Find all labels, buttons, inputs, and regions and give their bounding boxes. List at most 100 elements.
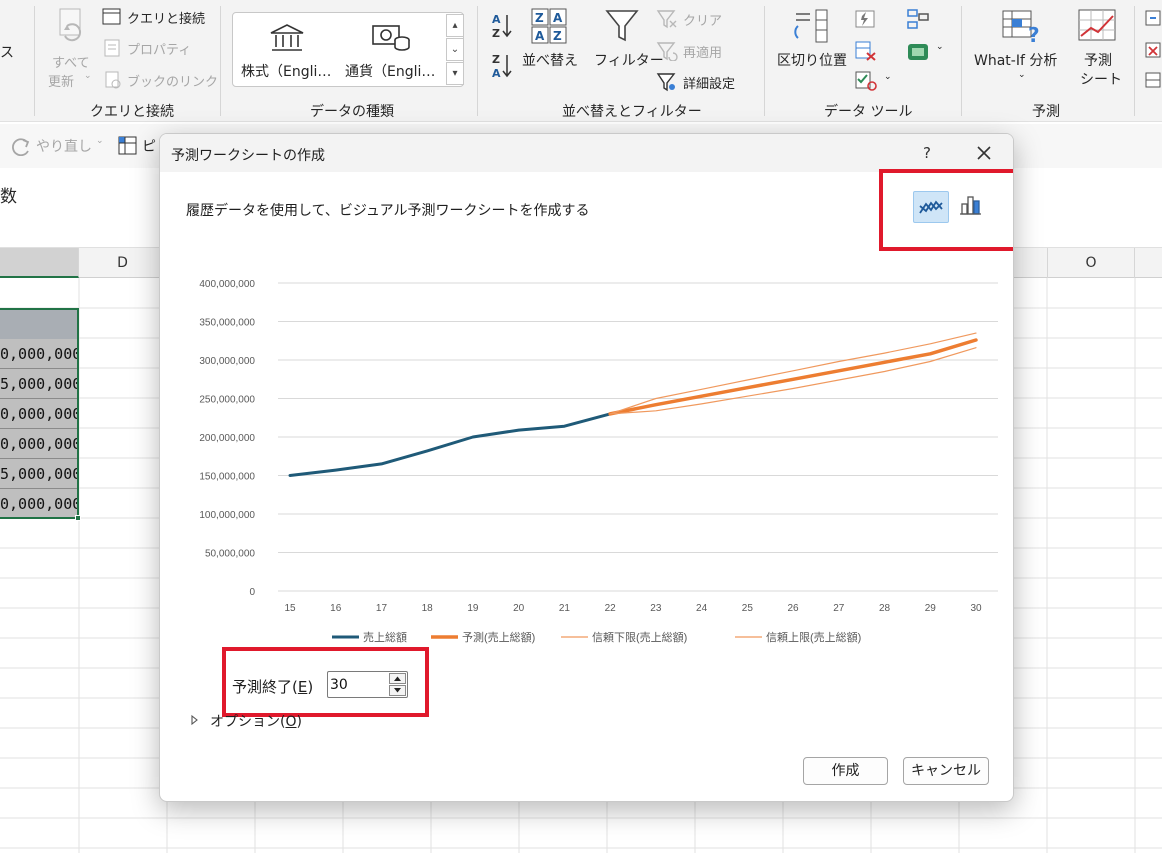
spin-up-button[interactable] — [389, 673, 406, 684]
sort-button[interactable]: Z A A Z 並べ替え — [520, 8, 580, 88]
help-button[interactable]: ? — [915, 140, 939, 166]
svg-text:?: ? — [1028, 23, 1040, 46]
gallery-scroll-down-button[interactable]: ⌄ — [446, 38, 464, 61]
ungroup-icon — [1145, 42, 1161, 58]
outline-group-button[interactable] — [1144, 8, 1162, 30]
forecast-sheet-icon — [1078, 9, 1116, 41]
what-if-analysis-button[interactable]: ? What-If 分析 ⌄ — [972, 8, 1070, 92]
forecast-sheet-button[interactable]: 予測 シート — [1074, 8, 1124, 92]
sort-descending-button[interactable]: ZA — [490, 52, 516, 80]
ribbon-separator — [477, 6, 478, 116]
chevron-down-icon: ⌄ — [96, 136, 104, 146]
ribbon-cut-label: ス — [0, 45, 14, 61]
redo-button[interactable]: やり直し ⌄ — [10, 134, 106, 158]
flash-fill-icon — [855, 10, 875, 28]
workbook-links-label: ブックのリンク — [127, 75, 219, 90]
queries-icon — [102, 8, 121, 25]
data-model-button[interactable]: ⌄ — [906, 40, 946, 62]
redo-label: やり直し — [36, 139, 92, 155]
svg-text:Z: Z — [492, 53, 500, 66]
svg-text:A: A — [492, 67, 501, 80]
spin-down-button[interactable] — [389, 685, 406, 696]
y-tick-label: 350,000,000 — [199, 318, 255, 329]
x-tick-label: 18 — [422, 603, 434, 614]
stocks-label: 株式（Engli… — [241, 64, 332, 80]
chevron-down-icon: ⌄ — [884, 72, 892, 82]
x-tick-label: 24 — [696, 603, 708, 614]
sort-ascending-icon: AZ — [492, 13, 512, 40]
create-button[interactable]: 作成 — [803, 757, 888, 785]
currencies-data-type-button[interactable]: 通貨（Engli… — [343, 17, 447, 83]
filter-button[interactable]: フィルター — [594, 8, 664, 88]
x-tick-label: 30 — [970, 603, 982, 614]
dialog-title-bar[interactable]: 予測ワークシートの作成 ? — [160, 134, 1013, 172]
svg-text:A: A — [535, 29, 545, 43]
forecast-end-spinner[interactable] — [327, 671, 408, 698]
forecast-sheet-label-1: 予測 — [1084, 53, 1112, 69]
svg-text:Z: Z — [492, 27, 500, 40]
clear-filter-button[interactable]: クリア — [656, 8, 736, 30]
gallery-scroll-up-button[interactable]: ▴ — [446, 14, 464, 37]
forecast-end-label: 予測終了(E) — [232, 676, 313, 697]
svg-text:A: A — [553, 11, 563, 25]
x-tick-label: 21 — [559, 603, 571, 614]
close-button[interactable] — [970, 139, 998, 167]
refresh-all-button[interactable]: すべて 更新 ⌄ — [44, 6, 96, 90]
column-header-selected[interactable] — [0, 248, 79, 278]
legend-label: 予測(売上総額) — [462, 630, 535, 644]
cancel-button[interactable]: キャンセル — [903, 757, 989, 785]
link-icon — [105, 71, 121, 89]
pivot-button[interactable]: ピ — [118, 134, 158, 158]
x-tick-label: 19 — [467, 603, 479, 614]
what-if-label: What-If 分析 — [974, 53, 1058, 69]
column-header-d[interactable]: D — [79, 248, 167, 278]
pivot-label: ピ — [142, 139, 156, 155]
column-header-o[interactable]: O — [1047, 248, 1135, 278]
group-label-data-types: データの種類 — [310, 104, 394, 120]
ribbon-separator — [220, 6, 221, 116]
ribbon-separator — [961, 6, 962, 116]
group-label-sort-filter: 並べ替えとフィルター — [562, 104, 702, 120]
queries-connections-button[interactable]: クエリと接続 — [102, 6, 212, 28]
line-chart-type-button[interactable] — [913, 191, 949, 223]
outline-subtotal-button[interactable] — [1144, 70, 1162, 92]
consolidate-button[interactable] — [906, 8, 930, 30]
subtotal-icon — [1145, 72, 1161, 88]
reapply-filter-icon — [656, 42, 678, 61]
group-label-forecast: 予測 — [1032, 104, 1060, 120]
flash-fill-button[interactable] — [854, 8, 878, 30]
x-tick-label: 28 — [879, 603, 891, 614]
x-tick-label: 23 — [650, 603, 662, 614]
remove-duplicates-button[interactable] — [854, 40, 878, 62]
svg-text:A: A — [492, 13, 501, 26]
pivot-table-icon — [118, 136, 137, 155]
fill-handle[interactable] — [75, 515, 81, 521]
reapply-filter-button[interactable]: 再適用 — [656, 40, 736, 62]
y-tick-label: 50,000,000 — [205, 549, 255, 560]
text-to-columns-label: 区切り位置 — [777, 53, 847, 69]
y-tick-label: 300,000,000 — [199, 356, 255, 367]
ribbon-separator — [34, 6, 35, 116]
chevron-down-icon: ⌄ — [936, 42, 944, 52]
workbook-links-button[interactable]: ブックのリンク — [102, 69, 218, 91]
gallery-more-button[interactable]: ▾ — [446, 62, 464, 85]
column-chart-icon — [960, 196, 981, 215]
consolidate-icon — [907, 9, 929, 29]
sort-ascending-button[interactable]: AZ — [490, 12, 516, 40]
column-chart-type-button[interactable] — [953, 191, 989, 223]
ribbon-separator — [1134, 6, 1135, 116]
text-to-columns-button[interactable]: 区切り位置 — [774, 8, 848, 88]
clear-filter-icon — [656, 10, 677, 29]
data-validation-button[interactable]: ⌄ — [854, 70, 894, 92]
currencies-label: 通貨（Engli… — [345, 64, 436, 80]
advanced-filter-button[interactable]: 詳細設定 — [656, 71, 751, 93]
svg-text:Z: Z — [553, 29, 562, 43]
properties-button[interactable]: プロパティ — [102, 37, 212, 59]
outline-ungroup-button[interactable] — [1144, 40, 1162, 62]
dialog-title: 予測ワークシートの作成 — [171, 148, 325, 164]
forecast-end-input[interactable] — [330, 674, 386, 695]
options-label-text: オプション( — [210, 714, 286, 730]
advanced-filter-label: 詳細設定 — [683, 77, 736, 92]
svg-text:Z: Z — [535, 11, 544, 25]
stocks-data-type-button[interactable]: 株式（Engli… — [237, 17, 337, 83]
